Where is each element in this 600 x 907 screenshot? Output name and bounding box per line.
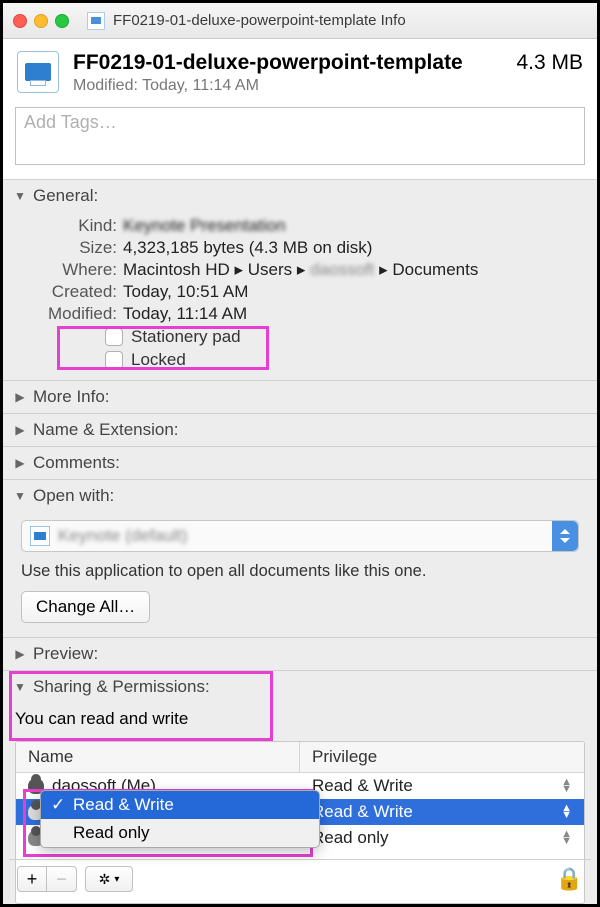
window-controls [13, 14, 69, 28]
tags-placeholder: Add Tags… [24, 112, 117, 132]
lock-icon[interactable]: 🔒 [556, 866, 583, 892]
section-comments: ▶ Comments: [3, 446, 597, 479]
comments-title: Comments: [33, 453, 120, 473]
disclosure-right-icon: ▶ [13, 647, 27, 661]
preview-title: Preview: [33, 644, 98, 664]
where-label: Where: [19, 260, 117, 280]
add-button[interactable]: + [17, 866, 47, 892]
section-more-info: ▶ More Info: [3, 380, 597, 413]
general-title: General: [33, 186, 98, 206]
disclosure-down-icon: ▼ [13, 489, 27, 503]
created-value: Today, 10:51 AM [123, 282, 585, 302]
kind-value: Keynote Presentation [123, 216, 585, 236]
open-with-hint: Use this application to open all documen… [21, 562, 579, 581]
chevron-down-icon: ▾ [114, 874, 119, 885]
preview-header[interactable]: ▶ Preview: [3, 638, 597, 670]
file-header: FF0219-01-deluxe-powerpoint-template Mod… [3, 39, 597, 105]
section-preview: ▶ Preview: [3, 637, 597, 670]
section-open-with: ▼ Open with: Keynote (default) Use this … [3, 479, 597, 637]
stepper-icon[interactable]: ▲▼ [561, 779, 572, 793]
file-type-icon [87, 12, 105, 30]
where-value: Macintosh HD ▸ Users ▸ daossoft ▸ Docume… [123, 260, 585, 280]
perm-priv: Read & Write [312, 802, 413, 822]
more-info-header[interactable]: ▶ More Info: [3, 381, 597, 413]
window-title: FF0219-01-deluxe-powerpoint-template Inf… [113, 12, 406, 29]
file-modified: Modified: Today, 11:14 AM [73, 77, 502, 95]
remove-button[interactable]: − [47, 866, 77, 892]
perm-priv: Read & Write [312, 776, 413, 796]
more-info-title: More Info: [33, 387, 110, 407]
disclosure-right-icon: ▶ [13, 423, 27, 437]
bottom-toolbar: + − ✲ ▾ 🔒 [9, 859, 591, 898]
gear-icon: ✲ [99, 871, 111, 888]
tags-input[interactable]: Add Tags… [15, 107, 585, 165]
size-label: Size: [19, 238, 117, 258]
disclosure-down-icon: ▼ [13, 189, 27, 203]
modified-label: Modified: [19, 304, 117, 324]
open-with-header[interactable]: ▼ Open with: [3, 480, 597, 512]
kind-label: Kind: [19, 216, 117, 236]
perm-priv: Read only [312, 828, 389, 848]
menu-item-read-only[interactable]: Read only [41, 819, 319, 847]
app-icon [30, 526, 50, 546]
comments-header[interactable]: ▶ Comments: [3, 447, 597, 479]
disclosure-right-icon: ▶ [13, 390, 27, 404]
close-icon[interactable] [13, 14, 27, 28]
section-name-extension: ▶ Name & Extension: [3, 413, 597, 446]
section-general: ▼ General: Kind: Keynote Presentation Si… [3, 179, 597, 380]
annotation-highlight [9, 671, 273, 741]
created-label: Created: [19, 282, 117, 302]
open-with-title: Open with: [33, 486, 114, 506]
file-name: FF0219-01-deluxe-powerpoint-template [73, 51, 502, 75]
dropdown-arrows-icon [552, 521, 578, 551]
minimize-icon[interactable] [34, 14, 48, 28]
annotation-highlight [57, 326, 269, 370]
modified-value: Today, 11:14 AM [123, 304, 585, 324]
file-size: 4.3 MB [516, 51, 583, 75]
name-ext-header[interactable]: ▶ Name & Extension: [3, 414, 597, 446]
menu-item-read-write[interactable]: Read & Write [41, 791, 319, 819]
name-ext-title: Name & Extension: [33, 420, 179, 440]
col-privilege: Privilege [300, 742, 584, 772]
stepper-icon[interactable]: ▲▼ [561, 805, 572, 819]
general-header[interactable]: ▼ General: [3, 180, 597, 212]
open-with-dropdown[interactable]: Keynote (default) [21, 520, 579, 552]
change-all-button[interactable]: Change All… [21, 591, 150, 623]
file-icon [17, 51, 59, 93]
disclosure-right-icon: ▶ [13, 456, 27, 470]
action-menu-button[interactable]: ✲ ▾ [85, 866, 133, 892]
zoom-icon[interactable] [55, 14, 69, 28]
privilege-popup: Read & Write Read only [40, 790, 320, 848]
stepper-icon[interactable]: ▲▼ [561, 831, 572, 845]
size-value: 4,323,185 bytes (4.3 MB on disk) [123, 238, 585, 258]
open-with-app: Keynote (default) [58, 526, 187, 546]
titlebar: FF0219-01-deluxe-powerpoint-template Inf… [3, 3, 597, 39]
col-name: Name [16, 742, 300, 772]
